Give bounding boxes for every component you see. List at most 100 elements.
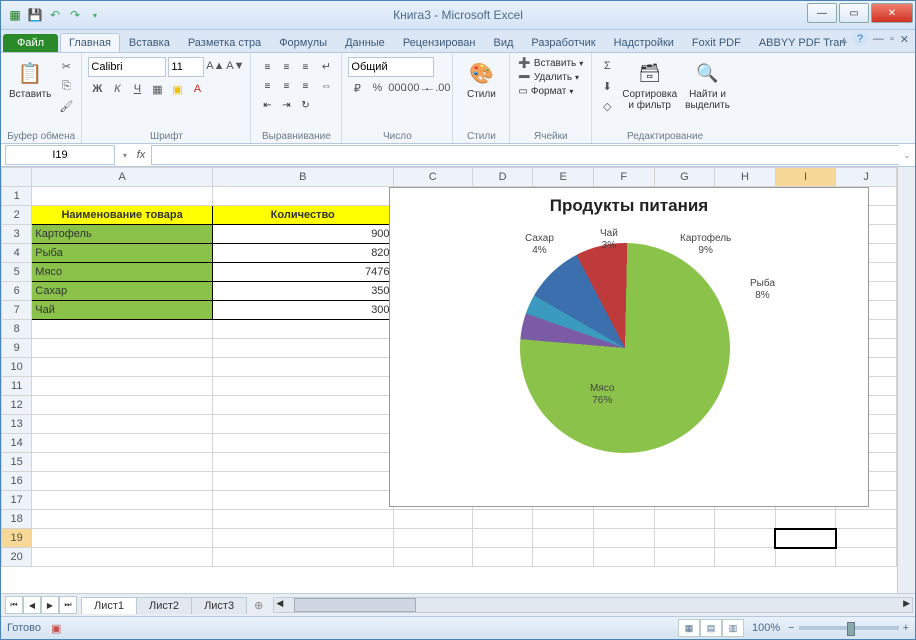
row-header[interactable]: 1 (2, 187, 32, 206)
cell[interactable] (212, 320, 393, 339)
ribbon-tab-надстройки[interactable]: Надстройки (605, 33, 683, 52)
row-header[interactable]: 6 (2, 282, 32, 301)
autosum-button[interactable]: Σ (598, 57, 616, 75)
styles-button[interactable]: 🎨 Стили (459, 57, 503, 102)
cell[interactable] (212, 491, 393, 510)
cell[interactable] (212, 434, 393, 453)
grow-font-button[interactable]: A▲ (206, 57, 224, 75)
cell[interactable] (212, 548, 393, 567)
row-header[interactable]: 13 (2, 415, 32, 434)
row-header[interactable]: 18 (2, 510, 32, 529)
cell[interactable] (775, 529, 836, 548)
cell[interactable] (836, 529, 897, 548)
embedded-chart[interactable]: Продукты питания Картофель9%Рыба8%Мясо76… (389, 187, 869, 507)
ribbon-tab-foxit pdf[interactable]: Foxit PDF (683, 33, 750, 52)
select-all-corner[interactable] (2, 168, 32, 187)
cell[interactable] (593, 510, 654, 529)
min-ribbon-icon[interactable]: ▵ (841, 33, 847, 46)
bold-button[interactable]: Ж (88, 80, 106, 98)
cell[interactable] (715, 529, 776, 548)
cell[interactable] (32, 510, 213, 529)
ribbon-tab-разработчик[interactable]: Разработчик (522, 33, 604, 52)
save-icon[interactable]: 💾 (27, 7, 43, 23)
expand-formula-icon[interactable]: ⌄ (899, 151, 915, 160)
cell[interactable] (32, 548, 213, 567)
format-cells-button[interactable]: ▭Формат▾ (516, 85, 585, 98)
zoom-level[interactable]: 100% (752, 622, 780, 634)
merge-center-button[interactable]: ⇔ (317, 77, 335, 95)
wrap-text-button[interactable]: ↵ (317, 57, 335, 75)
row-header[interactable]: 14 (2, 434, 32, 453)
qat-dropdown-icon[interactable]: ▾ (87, 7, 103, 23)
row-header[interactable]: 2 (2, 206, 32, 225)
row-header[interactable]: 7 (2, 301, 32, 320)
font-name-combo[interactable] (88, 57, 166, 77)
cut-button[interactable]: ✂ (57, 57, 75, 75)
first-sheet-button[interactable]: ⏮ (5, 596, 23, 614)
cell[interactable]: Мясо (32, 263, 213, 282)
prev-sheet-button[interactable]: ◀ (23, 596, 41, 614)
cell[interactable] (212, 529, 393, 548)
macro-record-icon[interactable]: ▣ (51, 622, 61, 635)
font-size-combo[interactable] (168, 57, 204, 77)
ribbon-tab-главная[interactable]: Главная (60, 33, 120, 52)
paste-button[interactable]: 📋 Вставить (7, 57, 53, 102)
cell[interactable] (393, 529, 472, 548)
cell[interactable] (212, 377, 393, 396)
zoom-in-button[interactable]: + (903, 622, 909, 634)
cell[interactable] (32, 358, 213, 377)
cell[interactable] (393, 510, 472, 529)
cell[interactable] (32, 453, 213, 472)
row-header[interactable]: 11 (2, 377, 32, 396)
col-header[interactable]: C (393, 168, 472, 187)
cell[interactable] (775, 548, 836, 567)
doc-restore-icon[interactable]: ▫ (890, 33, 894, 45)
cell[interactable] (654, 510, 715, 529)
insert-cells-button[interactable]: ➕Вставить▾ (516, 57, 585, 70)
row-header[interactable]: 17 (2, 491, 32, 510)
cell[interactable] (836, 510, 897, 529)
fx-button[interactable]: fx (131, 149, 151, 161)
row-header[interactable]: 12 (2, 396, 32, 415)
cell[interactable]: 350 (212, 282, 393, 301)
page-layout-view-button[interactable]: ▤ (700, 619, 722, 637)
formula-input[interactable] (151, 145, 899, 165)
doc-minimize-icon[interactable]: — (873, 33, 884, 45)
cell[interactable] (212, 472, 393, 491)
horizontal-scrollbar[interactable]: ◀ ▶ (273, 597, 913, 613)
cell[interactable] (32, 434, 213, 453)
last-sheet-button[interactable]: ⏭ (59, 596, 77, 614)
zoom-slider[interactable] (799, 626, 899, 630)
close-button[interactable]: ✕ (871, 3, 913, 23)
increase-indent-button[interactable]: ⇥ (276, 95, 296, 115)
hscroll-thumb[interactable] (294, 598, 416, 612)
zoom-out-button[interactable]: − (788, 622, 794, 634)
cell[interactable]: 900 (212, 225, 393, 244)
align-top-button[interactable]: ≡ (257, 57, 277, 77)
cell[interactable]: Картофель (32, 225, 213, 244)
ribbon-tab-рецензирован[interactable]: Рецензирован (394, 33, 485, 52)
page-break-view-button[interactable]: ▥ (722, 619, 744, 637)
cell[interactable] (32, 415, 213, 434)
row-header[interactable]: 9 (2, 339, 32, 358)
cell[interactable] (32, 187, 213, 206)
cell[interactable] (593, 529, 654, 548)
maximize-button[interactable]: ▭ (839, 3, 869, 23)
decrease-decimal-button[interactable]: ←.00 (428, 79, 446, 97)
align-center-button[interactable]: ≡ (276, 76, 296, 96)
col-header[interactable]: I (775, 168, 836, 187)
name-box-dropdown-icon[interactable]: ▾ (119, 151, 131, 160)
sort-filter-button[interactable]: 🗃 Сортировка и фильтр (620, 57, 679, 113)
cell[interactable] (775, 510, 836, 529)
col-header[interactable]: E (533, 168, 594, 187)
col-header[interactable]: G (654, 168, 715, 187)
find-select-button[interactable]: 🔍 Найти и выделить (683, 57, 732, 113)
cell[interactable] (212, 510, 393, 529)
redo-icon[interactable]: ↷ (67, 7, 83, 23)
col-header[interactable]: J (836, 168, 897, 187)
cell[interactable] (472, 510, 533, 529)
cell[interactable]: Сахар (32, 282, 213, 301)
border-button[interactable]: ▦ (148, 80, 166, 98)
shrink-font-button[interactable]: A▼ (226, 57, 244, 75)
ribbon-tab-abbyy pdf tran[interactable]: ABBYY PDF Tran (750, 33, 855, 52)
